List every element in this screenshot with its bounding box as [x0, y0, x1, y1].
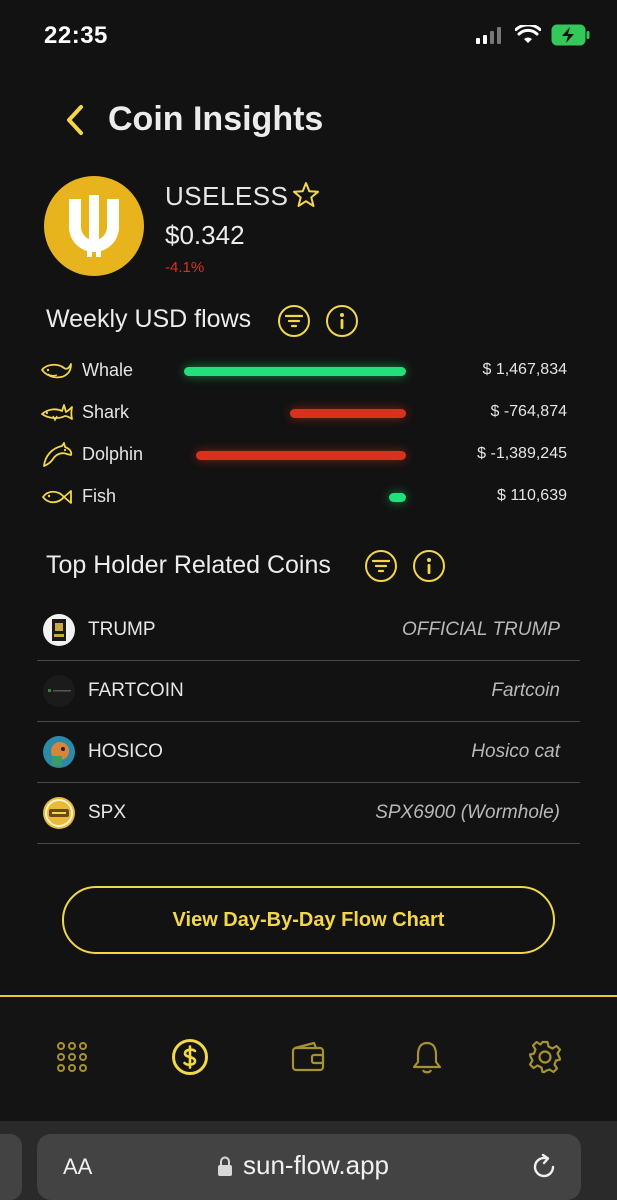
whale-icon [41, 363, 72, 379]
useless-logo-icon [69, 195, 119, 257]
tab-settings[interactable] [525, 1037, 565, 1077]
related-coin-row[interactable]: SPX SPX6900 (Wormhole) [37, 783, 580, 844]
chevron-left-icon [67, 105, 83, 135]
coin-ticker: USELESS [165, 181, 289, 211]
flow-row-shark: Shark $ -764,874 [40, 394, 580, 434]
grid-icon [57, 1042, 87, 1072]
flows-filter-button[interactable] [278, 305, 310, 337]
status-icons [475, 24, 591, 46]
coin-symbol: FARTCOIN [88, 680, 184, 701]
trump-coin-icon [43, 614, 75, 646]
back-button[interactable] [58, 100, 92, 140]
coin-symbol: HOSICO [88, 741, 163, 762]
related-coin-row[interactable]: FARTCOIN Fartcoin [37, 661, 580, 722]
flow-bar [290, 409, 406, 418]
flow-label: Shark [82, 402, 130, 422]
spx-coin-icon [43, 797, 75, 829]
flows-info-button[interactable] [326, 305, 358, 337]
filter-icon [285, 314, 303, 328]
wallet-icon [291, 1041, 325, 1072]
address-bar[interactable]: AA sun-flow.app [37, 1134, 581, 1200]
reader-options-button[interactable]: AA [63, 1154, 92, 1180]
dolphin-icon [43, 442, 73, 467]
view-flow-chart-button[interactable]: View Day-By-Day Flow Chart [62, 886, 555, 954]
status-time: 22:35 [44, 22, 108, 49]
flow-row-fish: Fish $ 110,639 [40, 478, 580, 518]
flow-bar [196, 451, 406, 460]
coin-name: SPX6900 (Wormhole) [375, 802, 560, 823]
battery-icon [551, 24, 590, 46]
hosico-icon [43, 736, 75, 768]
wifi-icon [515, 25, 541, 43]
url-text: sun-flow.app [243, 1150, 389, 1180]
previous-tab-pill[interactable] [0, 1134, 22, 1200]
coin-price: $0.342 [165, 220, 245, 250]
flow-bar [184, 367, 406, 376]
related-coin-row[interactable]: HOSICO Hosico cat [37, 722, 580, 783]
flow-value: $ -1,389,245 [477, 445, 567, 462]
url-display[interactable]: sun-flow.app [217, 1150, 389, 1181]
related-info-button[interactable] [413, 550, 445, 582]
related-title: Top Holder Related Coins [46, 551, 331, 579]
gear-icon [528, 1040, 562, 1074]
fartcoin-icon [43, 675, 75, 707]
signal-icon [476, 27, 501, 44]
star-icon [293, 182, 319, 207]
fish-icon [42, 490, 72, 504]
flow-value: $ 110,639 [497, 487, 567, 504]
shark-icon [41, 404, 73, 422]
flow-value: $ -764,874 [490, 403, 567, 420]
related-filter-button[interactable] [365, 550, 397, 582]
flow-row-whale: Whale $ 1,467,834 [40, 352, 580, 392]
info-icon [427, 558, 431, 574]
flow-value: $ 1,467,834 [482, 361, 567, 378]
coin-name: OFFICIAL TRUMP [402, 619, 560, 640]
page-title: Coin Insights [108, 100, 324, 138]
coin-name: Hosico cat [471, 741, 560, 762]
related-coin-row[interactable]: TRUMP OFFICIAL TRUMP [37, 600, 580, 661]
reload-icon[interactable] [529, 1152, 559, 1182]
tab-alerts[interactable] [407, 1037, 447, 1077]
flow-label: Dolphin [82, 444, 144, 464]
flow-label: Fish [82, 486, 117, 506]
coin-name: Fartcoin [491, 680, 560, 701]
coin-symbol: TRUMP [88, 619, 156, 640]
favorite-button[interactable] [291, 180, 321, 210]
info-icon [340, 313, 344, 329]
bell-icon [412, 1041, 442, 1074]
tab-dollar[interactable] [170, 1037, 210, 1077]
coin-logo [44, 176, 144, 276]
coin-change: -4.1% [165, 259, 205, 276]
coin-symbol: SPX [88, 802, 127, 823]
flows-title: Weekly USD flows [46, 305, 252, 333]
dollar-icon [172, 1039, 208, 1075]
filter-icon [372, 559, 390, 573]
tab-wallet[interactable] [288, 1037, 328, 1077]
flow-row-dolphin: Dolphin $ -1,389,245 [40, 436, 580, 476]
flow-bar [389, 493, 406, 502]
tab-grid[interactable] [52, 1037, 92, 1077]
flow-label: Whale [82, 360, 134, 380]
tab-bar [0, 997, 617, 1121]
lock-icon [218, 1156, 232, 1176]
